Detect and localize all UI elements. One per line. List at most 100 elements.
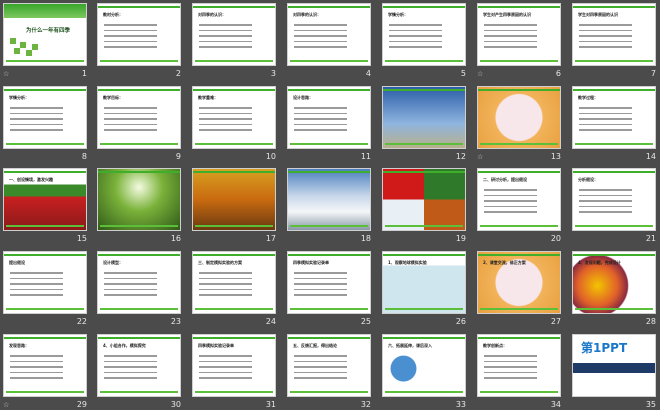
text-line [484, 211, 537, 213]
slide-thumbnail[interactable]: 发现思路： [3, 334, 87, 397]
top-bar [288, 171, 370, 173]
text-line [484, 377, 537, 379]
star-icon[interactable]: ☆ [477, 70, 483, 78]
text-line [104, 29, 157, 31]
bottom-bar [195, 225, 273, 227]
text-line [484, 40, 537, 42]
slide-thumbnail[interactable] [192, 168, 276, 231]
slide-number: 4 [365, 69, 371, 78]
text-line [294, 35, 347, 37]
slide-thumbnail[interactable]: 对四季的认识： [192, 3, 276, 66]
slide-number: 17 [265, 234, 276, 243]
text-line [104, 123, 157, 125]
text-line [484, 46, 537, 48]
text-line [579, 205, 632, 207]
slide-thumbnail[interactable]: 学情分析： [382, 3, 466, 66]
slide-thumbnail[interactable]: 四季模拟实验记录单 [192, 334, 276, 397]
text-line [579, 107, 632, 109]
slide-number: 6 [555, 69, 561, 78]
slide-thumbnail[interactable]: 教学过程： [572, 86, 656, 149]
slide-number: 12 [455, 152, 466, 161]
slide-thumbnail[interactable]: 提出假设 [3, 251, 87, 314]
top-bar [383, 254, 465, 256]
star-icon[interactable]: ☆ [3, 401, 9, 409]
slide-number: 20 [550, 234, 561, 243]
slide-thumbnail[interactable]: 2、课堂交流，修正方案 [477, 251, 561, 314]
slide-thumbnail[interactable]: 学生对产生四季原因的认识 [477, 3, 561, 66]
star-icon[interactable]: ☆ [477, 153, 483, 161]
slide-thumbnail[interactable]: 教材分析： [97, 3, 181, 66]
slide-image [288, 169, 370, 230]
slide-title: 提出假设 [9, 260, 25, 265]
top-bar [193, 337, 275, 339]
text-line [104, 24, 157, 26]
slide-number: 28 [645, 317, 656, 326]
slide-thumbnail[interactable]: 第1PPT [572, 334, 656, 397]
slide-thumbnail[interactable]: 学生对四季原因的认识 [572, 3, 656, 66]
slide-thumbnail[interactable]: 四季模拟实验记录单 [287, 251, 371, 314]
slide-thumbnail[interactable]: 一、创设情境，激发兴趣 [3, 168, 87, 231]
slide-number: 19 [455, 234, 466, 243]
text-line [579, 40, 632, 42]
slide-number: 21 [645, 234, 656, 243]
slide-thumbnail[interactable]: 4、发现问题，完成设计 [572, 251, 656, 314]
slide-thumbnail[interactable] [477, 86, 561, 149]
bottom-bar [6, 308, 84, 310]
bottom-bar [100, 225, 178, 227]
text-line [199, 35, 252, 37]
slide-title: 二、研讨分析，提出假设 [483, 177, 527, 182]
slide-title: 学情分析： [388, 12, 408, 17]
slide-thumbnail[interactable]: 为什么一年有四季 [3, 3, 87, 66]
slide-thumbnail[interactable]: 1、观察地球模拟实验 [382, 251, 466, 314]
top-bar [573, 171, 655, 173]
slide-thumbnail[interactable] [97, 168, 181, 231]
text-line [484, 200, 537, 202]
title-band [4, 4, 86, 18]
slide-thumbnail[interactable]: 设计模型： [97, 251, 181, 314]
text-line [10, 112, 63, 114]
slide-body [579, 20, 645, 52]
slide-thumbnail[interactable]: 六、拓展延伸，课后深入 [382, 334, 466, 397]
bottom-bar [385, 225, 463, 227]
text-line [294, 129, 347, 131]
top-bar [288, 89, 370, 91]
bottom-bar [385, 308, 463, 310]
text-line [579, 46, 632, 48]
slide-title: 教学目标： [103, 95, 123, 100]
text-line [199, 277, 252, 279]
star-icon[interactable]: ☆ [3, 70, 9, 78]
slide-thumbnail[interactable]: 五、反馈汇报，得出结论 [287, 334, 371, 397]
top-bar [478, 171, 560, 173]
slide-thumbnail[interactable]: 分析假设： [572, 168, 656, 231]
slide-thumbnail[interactable] [287, 168, 371, 231]
slide-thumbnail[interactable] [382, 168, 466, 231]
slide-thumbnail[interactable]: 设计思路： [287, 86, 371, 149]
slide-number: 34 [550, 400, 561, 409]
text-line [199, 355, 252, 357]
slide-thumbnail[interactable]: 对四季的认识： [287, 3, 371, 66]
slide-title: 设计思路： [293, 95, 313, 100]
slide-thumbnail[interactable]: 二、研讨分析，提出假设 [477, 168, 561, 231]
text-line [10, 277, 63, 279]
text-line [199, 360, 252, 362]
bottom-bar [6, 60, 84, 62]
slide-thumbnail[interactable]: 学情分析： [3, 86, 87, 149]
slide-thumbnail[interactable]: 4、小组合作，模拟探究 [97, 334, 181, 397]
text-line [294, 46, 347, 48]
text-line [294, 277, 347, 279]
bottom-bar [480, 391, 558, 393]
slide-title: 三、制定模拟实验的方案 [198, 260, 242, 265]
bottom-bar [575, 143, 653, 145]
top-bar [4, 254, 86, 256]
text-line [104, 377, 157, 379]
text-line [199, 371, 252, 373]
slide-thumbnail[interactable]: 教学目标： [97, 86, 181, 149]
slide-number: 15 [76, 234, 87, 243]
slide-thumbnail[interactable]: 教学重难： [192, 86, 276, 149]
slide-thumbnail[interactable]: 教学创新点： [477, 334, 561, 397]
slide-thumbnail[interactable]: 三、制定模拟实验的方案 [192, 251, 276, 314]
slide-title: 发现思路： [9, 343, 29, 348]
slide-thumbnail[interactable] [382, 86, 466, 149]
top-bar [478, 89, 560, 91]
decor-square [26, 50, 32, 56]
